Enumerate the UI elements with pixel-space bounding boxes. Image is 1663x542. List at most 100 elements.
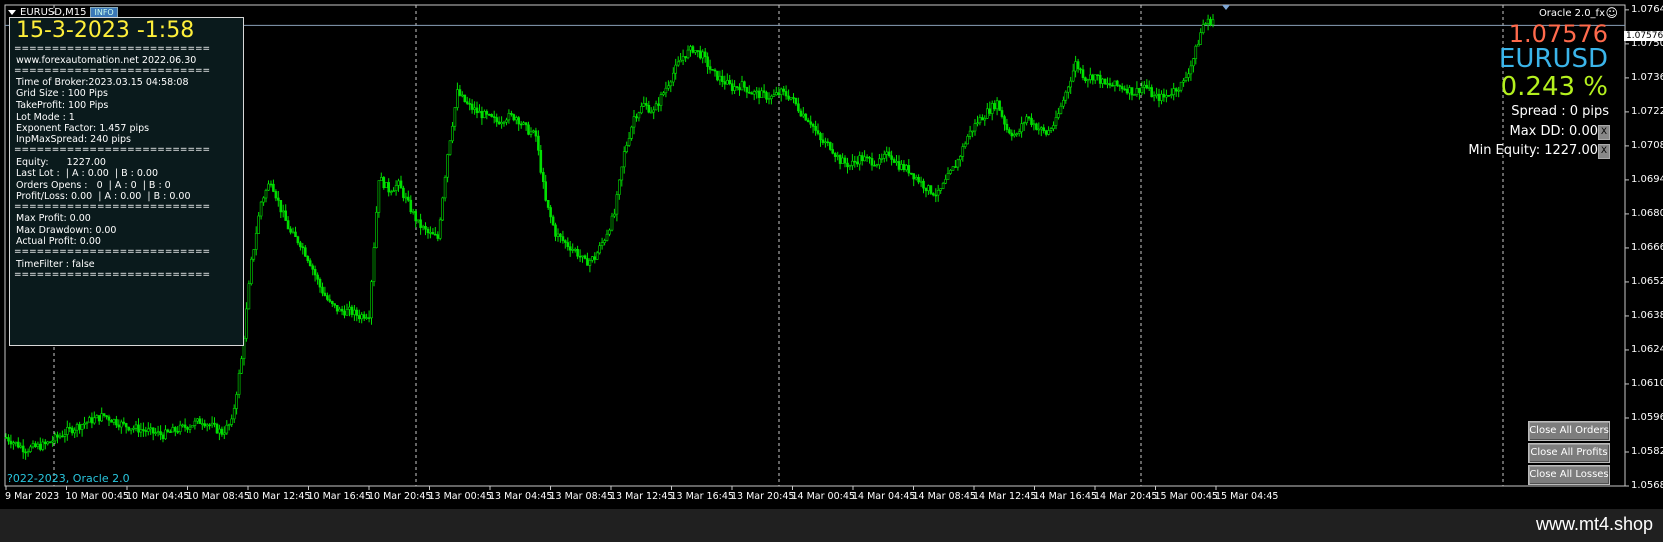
candle-body [973, 123, 977, 132]
spread-label: Spread : 0 pips [1511, 104, 1609, 119]
candle-body [946, 173, 950, 180]
candle-body [397, 180, 400, 186]
candle-body [669, 81, 673, 87]
candle-body [696, 50, 700, 52]
close-all-profits-button[interactable]: Close All Profits [1528, 443, 1610, 463]
candle-body [563, 240, 567, 243]
candle-body [851, 160, 854, 166]
candle-body [1125, 88, 1129, 94]
candle-body [456, 89, 459, 108]
candle-body [1059, 105, 1063, 114]
candle-body [725, 80, 729, 85]
candle-body [1162, 93, 1166, 98]
candle-body [1098, 74, 1102, 84]
candle-body [65, 427, 69, 435]
candle-body [301, 246, 305, 249]
candle-body [1091, 74, 1095, 81]
candle-body [144, 430, 148, 432]
candle-body [809, 121, 813, 125]
close-all-losses-button[interactable]: Close All Losses [1528, 465, 1610, 485]
candle-body [1130, 87, 1134, 96]
candle-body [1170, 94, 1173, 96]
candle-body [139, 429, 143, 433]
candle-body [995, 100, 999, 110]
candle-body [576, 249, 579, 257]
candle-body [458, 89, 462, 96]
candle-body [276, 197, 280, 201]
chart-shift-marker-icon [1222, 5, 1230, 10]
candle-body [299, 242, 302, 248]
candle-body [890, 155, 893, 160]
time-tick-label: 13 Mar 08:45 [549, 491, 613, 502]
candle-body [262, 197, 265, 203]
candle-body [605, 233, 609, 241]
candle-body [443, 177, 447, 199]
candle-body [716, 70, 719, 81]
candle-body [1138, 88, 1141, 94]
candle-body [667, 85, 670, 89]
candle-body [115, 419, 118, 426]
candle-body [598, 245, 602, 254]
separator: ========================== [14, 202, 211, 212]
candle-body [532, 130, 535, 133]
candle-body [517, 117, 521, 125]
candle-body [411, 211, 415, 213]
candle-body [63, 434, 67, 437]
last-lot: Last Lot : | A : 0.00 | B : 0.00 [16, 168, 159, 179]
candle-body [468, 103, 472, 105]
collapse-triangle-icon[interactable] [8, 10, 16, 15]
chart-area[interactable] [3, 3, 1661, 509]
candle-body [36, 443, 40, 448]
candle-body [1054, 117, 1058, 126]
candle-body [483, 111, 486, 119]
candle-body [1187, 73, 1190, 78]
candle-body [404, 196, 408, 199]
candle-body [1128, 87, 1131, 94]
candle-body [311, 265, 315, 270]
candle-body [868, 157, 871, 159]
candle-body [492, 116, 496, 118]
candle-body [267, 183, 270, 191]
candle-body [892, 159, 896, 163]
candle-body [433, 233, 437, 236]
candle-body [1123, 88, 1126, 91]
candle-body [770, 95, 773, 99]
candle-body [956, 159, 960, 168]
candle-body [659, 94, 663, 106]
candle-body [252, 249, 256, 260]
site-url[interactable]: www.mt4.shop [1536, 514, 1653, 535]
max-dd-close-icon[interactable]: X [1598, 125, 1610, 140]
candle-body [816, 130, 820, 134]
candle-body [904, 165, 908, 171]
candle-body [1084, 77, 1087, 81]
candle-body [971, 130, 974, 133]
candle-body [1145, 84, 1149, 89]
candle-body [1155, 93, 1158, 96]
candle-body [1093, 74, 1097, 81]
candle-body [394, 185, 398, 191]
candle-body [448, 140, 452, 155]
candle-body [1177, 89, 1180, 92]
candle-body [370, 281, 373, 319]
candle-body [1074, 61, 1077, 72]
candle-body [1049, 128, 1053, 131]
candle-body [134, 424, 138, 429]
candle-body [625, 145, 629, 152]
max-dd-label: Max DD: 0.00 [1509, 124, 1599, 139]
candle-body [853, 160, 857, 163]
candle-body [647, 105, 651, 113]
close-all-orders-button[interactable]: Close All Orders [1528, 421, 1610, 441]
candle-body [1103, 78, 1107, 85]
min-equity-close-icon[interactable]: X [1598, 144, 1610, 159]
smile-icon[interactable]: ☺ [1605, 6, 1618, 20]
chart-canvas[interactable] [3, 3, 1661, 509]
candle-body [1096, 74, 1099, 76]
candle-body [615, 194, 619, 215]
orders-opens: Orders Opens : 0 | A : 0 | B : 0 [16, 180, 171, 191]
candle-body [713, 69, 717, 72]
candle-body [419, 219, 422, 228]
price-tick-label: 1.06660 [1631, 241, 1663, 253]
candle-body [465, 101, 469, 104]
candle-body [235, 394, 238, 409]
candle-body [941, 183, 945, 189]
